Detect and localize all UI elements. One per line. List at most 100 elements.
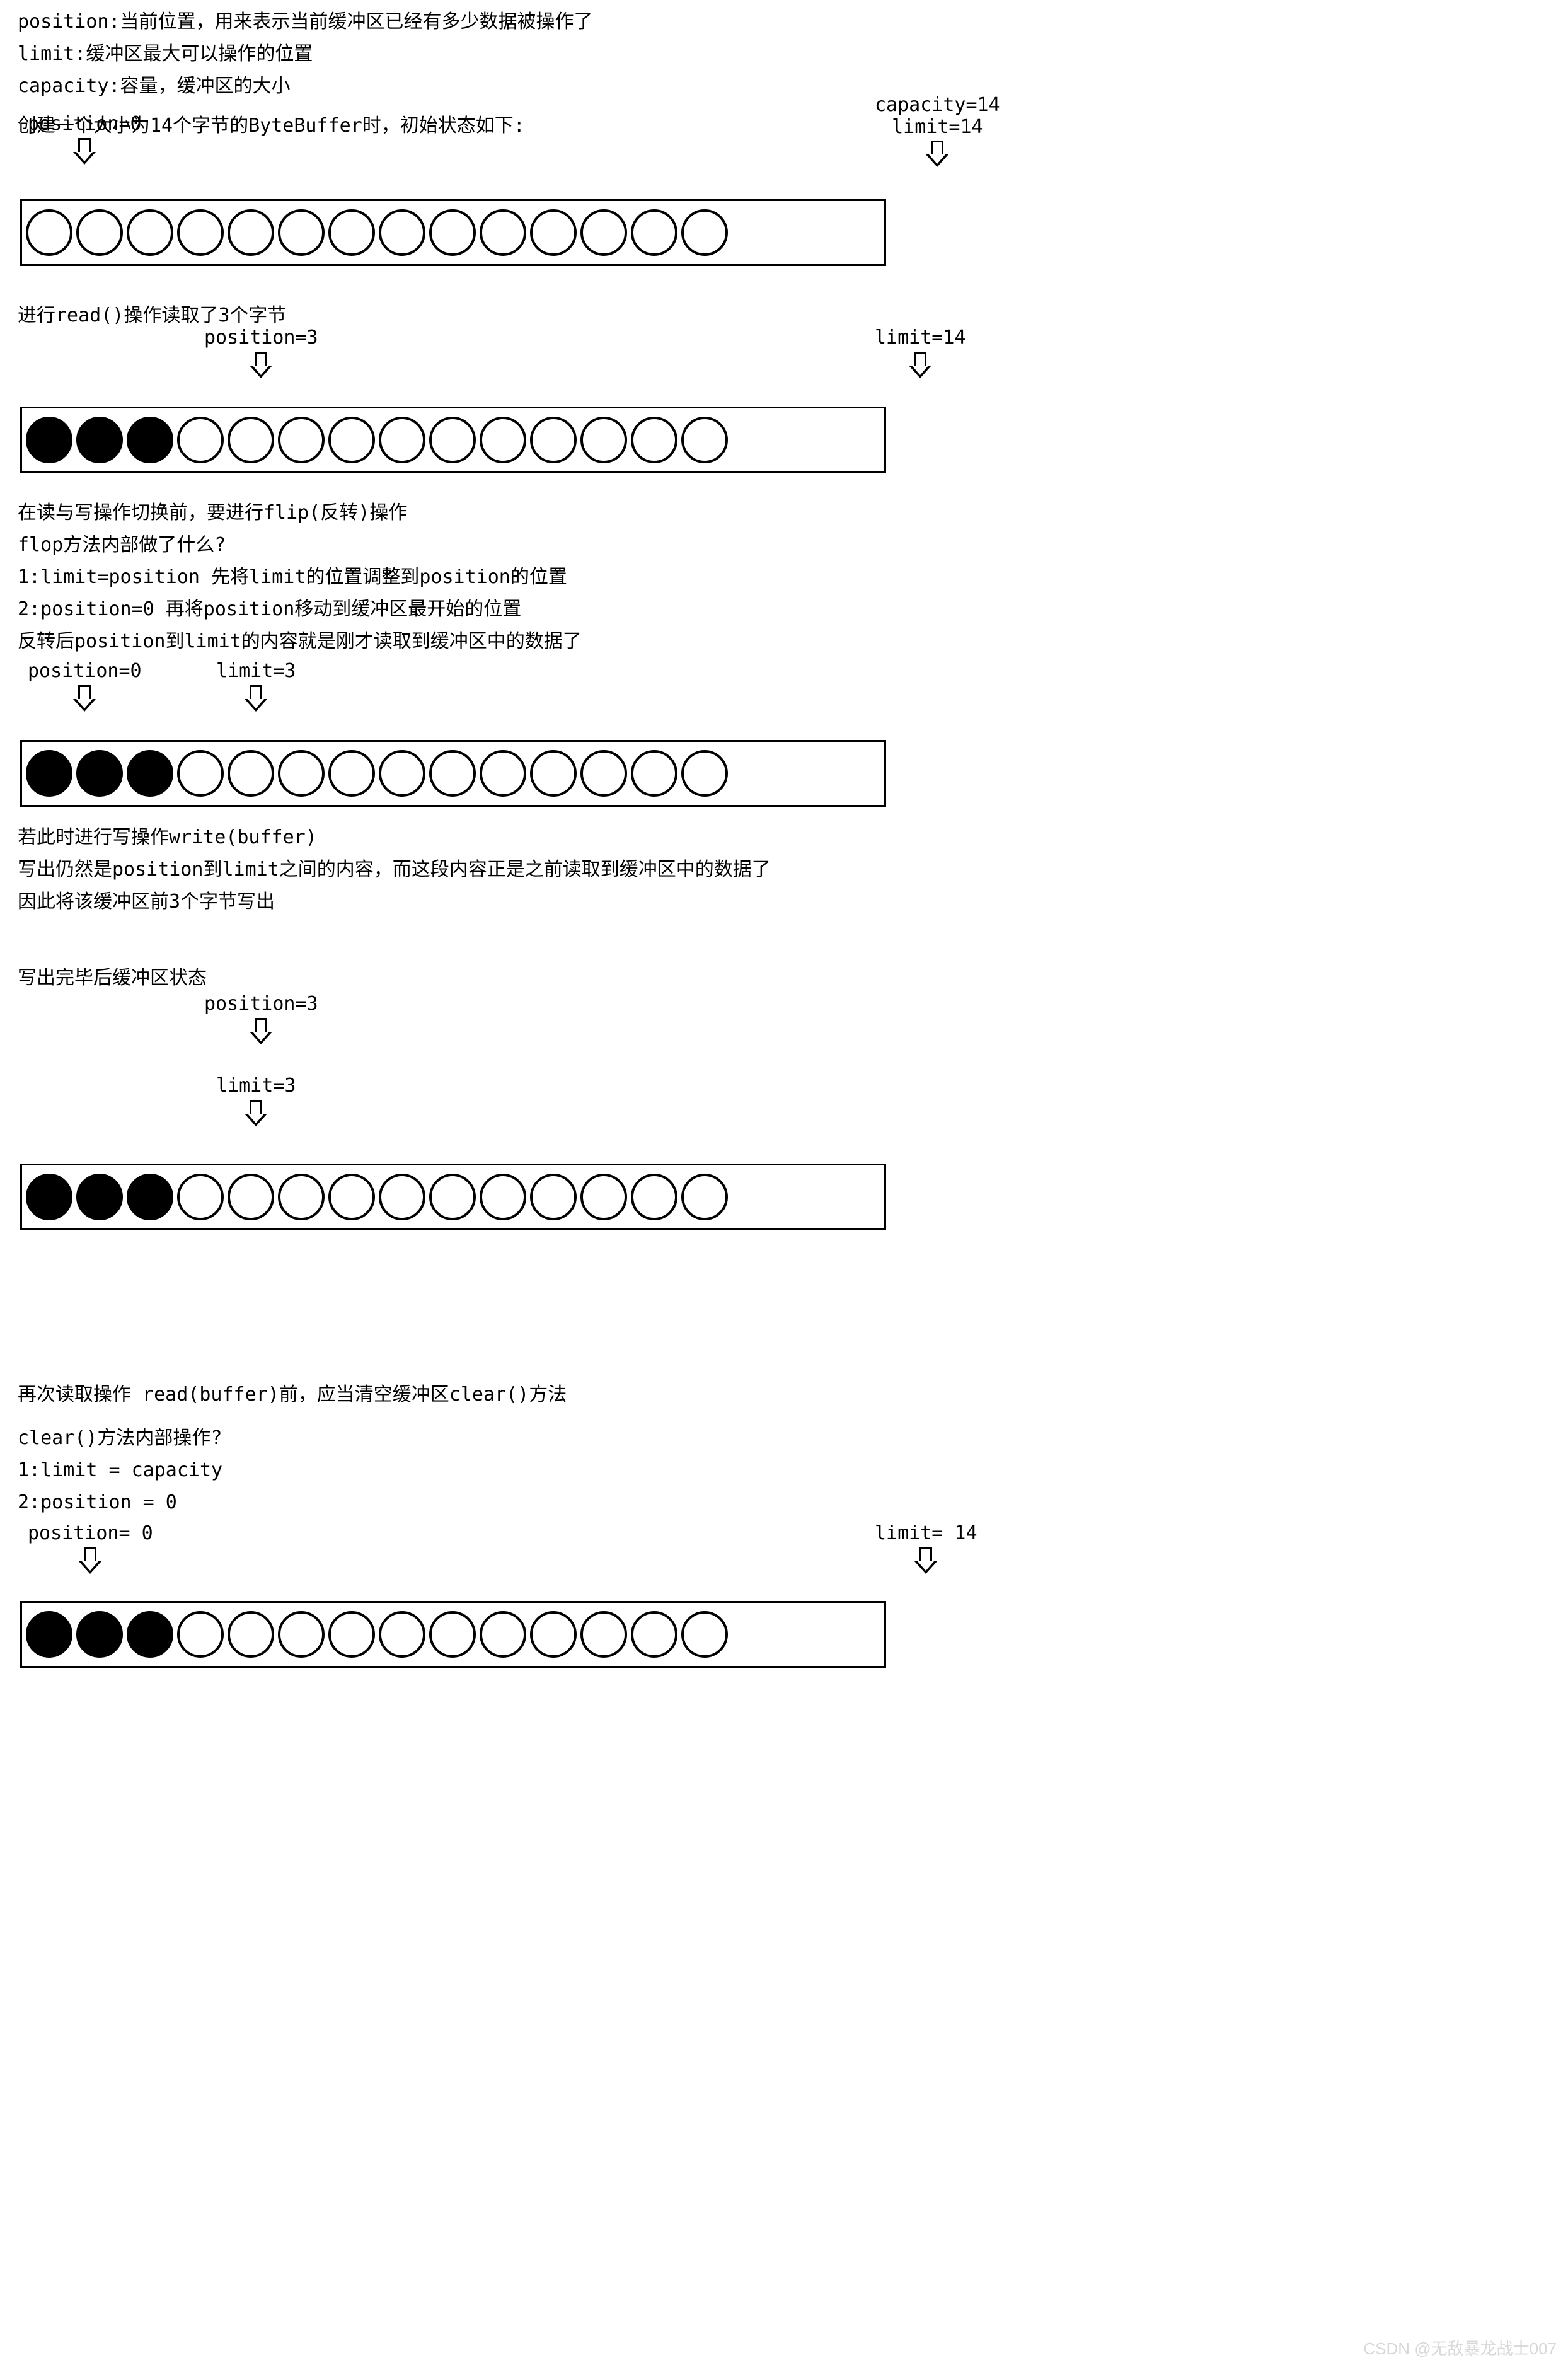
line: 2:position = 0 bbox=[5, 1486, 1563, 1518]
buffer-cell bbox=[127, 209, 173, 256]
down-arrow-icon bbox=[927, 141, 947, 167]
line: 再次读取操作 read(buffer)前，应当清空缓冲区clear()方法 bbox=[5, 1378, 1563, 1410]
buffer-cell bbox=[76, 1174, 123, 1220]
intro-text: position:当前位置，用来表示当前缓冲区已经有多少数据被操作了 limit… bbox=[5, 5, 1563, 101]
buffer-cell bbox=[26, 750, 72, 797]
limit-annotation: limit=3 bbox=[216, 661, 296, 712]
buffer-cell bbox=[580, 417, 627, 463]
position-label: position=3 bbox=[204, 993, 318, 1015]
buffer-cell bbox=[580, 209, 627, 256]
buffer-cell bbox=[278, 209, 325, 256]
buffer-cell bbox=[328, 417, 375, 463]
buffer-cell bbox=[177, 209, 224, 256]
buffer-cell bbox=[127, 1174, 173, 1220]
buffer-cell bbox=[278, 1174, 325, 1220]
down-arrow-icon bbox=[246, 685, 266, 712]
buffer-cell bbox=[429, 750, 476, 797]
buffer-cell bbox=[177, 1611, 224, 1658]
buffer-cell bbox=[530, 1611, 577, 1658]
buffer-cell bbox=[530, 1174, 577, 1220]
buffer-cell bbox=[228, 1611, 274, 1658]
buffer-cell bbox=[530, 209, 577, 256]
buffer-cell bbox=[631, 1174, 677, 1220]
buffer-cell bbox=[480, 417, 526, 463]
buffer-cell bbox=[580, 1174, 627, 1220]
buffer-diagram bbox=[20, 1164, 886, 1230]
buffer-cell bbox=[379, 1174, 425, 1220]
buffer-cell bbox=[278, 1611, 325, 1658]
position-label: position=0 bbox=[28, 661, 142, 683]
section3b-text: 若此时进行写操作write(buffer) 写出仍然是position到limi… bbox=[5, 821, 1563, 917]
buffer-cell bbox=[328, 1611, 375, 1658]
buffer-cell bbox=[127, 1611, 173, 1658]
section1-stage: position=0 capacity=14 limit=14 bbox=[5, 141, 1563, 286]
buffer-cell bbox=[480, 209, 526, 256]
limit-label: limit=14 bbox=[892, 117, 983, 139]
buffer-cell bbox=[76, 750, 123, 797]
limit-annotation: limit=14 bbox=[875, 327, 966, 378]
buffer-cell bbox=[127, 417, 173, 463]
limit-label: limit= 14 bbox=[875, 1523, 977, 1545]
limit-label: limit=3 bbox=[216, 1075, 296, 1097]
down-arrow-icon bbox=[251, 1018, 271, 1044]
buffer-cell bbox=[228, 417, 274, 463]
position-label: position=3 bbox=[204, 327, 318, 349]
capacity-limit-annotation: capacity=14 limit=14 bbox=[875, 95, 1000, 167]
buffer-cell bbox=[429, 1174, 476, 1220]
buffer-cell bbox=[26, 209, 72, 256]
buffer-cell bbox=[681, 209, 728, 256]
line: 1:limit = capacity bbox=[5, 1454, 1563, 1486]
buffer-cell bbox=[631, 1611, 677, 1658]
section3-stage: position=0 limit=3 bbox=[5, 664, 1563, 816]
position-annotation: position= 0 bbox=[28, 1523, 153, 1574]
buffer-cell bbox=[480, 750, 526, 797]
down-arrow-icon bbox=[916, 1547, 936, 1574]
buffer-cell bbox=[429, 209, 476, 256]
position-annotation: position=3 bbox=[204, 327, 318, 378]
buffer-cell bbox=[228, 750, 274, 797]
buffer-cell bbox=[429, 1611, 476, 1658]
buffer-cell bbox=[328, 750, 375, 797]
buffer-diagram bbox=[20, 199, 886, 266]
buffer-cell bbox=[681, 1174, 728, 1220]
line: 2:position=0 再将position移动到缓冲区最开始的位置 bbox=[5, 592, 1563, 625]
buffer-cell bbox=[278, 750, 325, 797]
limit-label: limit=3 bbox=[216, 661, 296, 683]
buffer-cell bbox=[580, 1611, 627, 1658]
buffer-cell bbox=[480, 1174, 526, 1220]
position-annotation: position=0 bbox=[28, 661, 142, 712]
line: 因此将该缓冲区前3个字节写出 bbox=[5, 885, 1563, 917]
position-annotation: position=0 bbox=[28, 113, 142, 165]
buffer-diagram bbox=[20, 407, 886, 473]
position-annotation: position=3 bbox=[204, 993, 318, 1044]
buffer-cell bbox=[228, 209, 274, 256]
buffer-cell bbox=[328, 1174, 375, 1220]
buffer-cell bbox=[631, 750, 677, 797]
buffer-cell bbox=[379, 209, 425, 256]
buffer-cell bbox=[76, 209, 123, 256]
buffer-cell bbox=[76, 417, 123, 463]
down-arrow-icon bbox=[74, 685, 95, 712]
down-arrow-icon bbox=[910, 352, 930, 378]
position-label: position=0 bbox=[28, 113, 142, 136]
intro-line: limit:缓冲区最大可以操作的位置 bbox=[5, 37, 1563, 69]
down-arrow-icon bbox=[74, 138, 95, 165]
watermark: CSDN @无敌暴龙战士007 bbox=[1363, 2337, 1557, 2361]
buffer-cell bbox=[278, 417, 325, 463]
buffer-cell bbox=[681, 417, 728, 463]
down-arrow-icon bbox=[246, 1100, 266, 1126]
buffer-cell bbox=[631, 417, 677, 463]
section5-stage: position= 0 limit= 14 bbox=[5, 1525, 1563, 1677]
capacity-label: capacity=14 bbox=[875, 95, 1000, 117]
buffer-cell bbox=[379, 417, 425, 463]
section4-desc: 写出完毕后缓冲区状态 bbox=[5, 961, 1563, 993]
buffer-cell bbox=[26, 417, 72, 463]
section4-stage: position=3 limit=3 bbox=[5, 993, 1563, 1246]
down-arrow-icon bbox=[251, 352, 271, 378]
intro-line: capacity:容量，缓冲区的大小 bbox=[5, 69, 1563, 101]
buffer-cell bbox=[379, 750, 425, 797]
buffer-cell bbox=[26, 1611, 72, 1658]
buffer-cell bbox=[127, 750, 173, 797]
line: 1:limit=position 先将limit的位置调整到position的位… bbox=[5, 560, 1563, 592]
line: 写出仍然是position到limit之间的内容，而这段内容正是之前读取到缓冲区… bbox=[5, 853, 1563, 885]
